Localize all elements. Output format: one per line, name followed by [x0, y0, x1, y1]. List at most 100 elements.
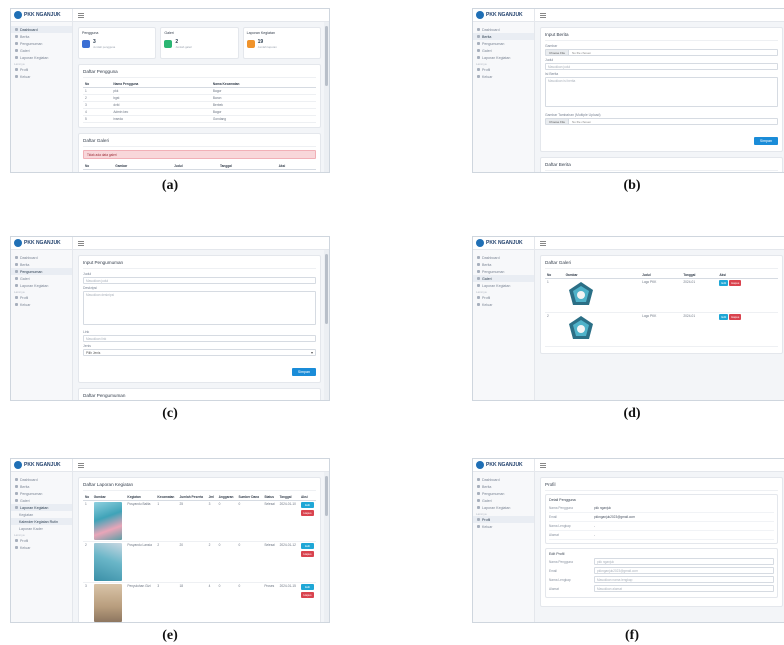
- sidebar-item-report[interactable]: Laporan Kegiatan: [473, 504, 534, 511]
- sidebar-item-announcement[interactable]: Pengumuman: [11, 490, 72, 497]
- brand[interactable]: PKK NGANJUK: [11, 237, 72, 250]
- hamburger-icon[interactable]: [78, 463, 84, 468]
- sidebar-item-report[interactable]: Laporan Kegiatan: [11, 54, 72, 61]
- sidebar-item-dashboard[interactable]: Dashboard: [11, 254, 72, 261]
- sidebar-item-gallery[interactable]: Galeri: [473, 47, 534, 54]
- row-kec: 1: [155, 500, 178, 542]
- image-file-input[interactable]: Choose File No file chosen: [545, 49, 778, 56]
- sidebar-item-dashboard[interactable]: Dashboard: [11, 476, 72, 483]
- profile-input[interactable]: pkk nganjuk: [594, 558, 774, 565]
- profile-input[interactable]: pkknganjuk2023@gmail.com: [594, 567, 774, 574]
- delete-button[interactable]: Hapus: [729, 280, 742, 286]
- table-cell: Bagor: [210, 108, 316, 116]
- choose-file-button[interactable]: Choose File: [546, 50, 570, 55]
- sidebar-item-logout[interactable]: Keluar: [473, 73, 534, 80]
- sidebar-item-report[interactable]: Laporan Kegiatan: [11, 504, 72, 511]
- link-input[interactable]: Masukkan link: [83, 335, 316, 342]
- extra-file-input[interactable]: Choose File No file chosen: [545, 118, 778, 125]
- panel-f-profile: PKK NGANJUK Dashboard Berita Pengumuman Gale…: [472, 458, 784, 623]
- sidebar-item-announcement[interactable]: Pengumuman: [473, 40, 534, 47]
- sidebar-item-user[interactable]: Profil: [473, 294, 534, 301]
- sidebar-item-report[interactable]: Laporan Kegiatan: [473, 282, 534, 289]
- hamburger-icon[interactable]: [540, 13, 546, 18]
- sidebar-subitem[interactable]: Kegiatan: [11, 511, 72, 518]
- sidebar-item-logout[interactable]: Keluar: [473, 301, 534, 308]
- edit-button[interactable]: Edit: [300, 502, 314, 508]
- sidebar-item-user[interactable]: Profil: [473, 516, 534, 523]
- delete-button[interactable]: Hapus: [729, 314, 742, 320]
- sidebar-item-news[interactable]: Berita: [473, 33, 534, 40]
- choose-file-button[interactable]: Choose File: [546, 119, 570, 124]
- content-textarea[interactable]: Masukkan isi berita: [545, 77, 778, 107]
- submit-button[interactable]: Simpan: [291, 368, 316, 376]
- sidebar-item-dashboard[interactable]: Dashboard: [473, 26, 534, 33]
- brand[interactable]: PKK NGANJUK: [11, 459, 72, 472]
- sidebar-item-announcement[interactable]: Pengumuman: [473, 490, 534, 497]
- sidebar-subitem[interactable]: Laporan Kader: [11, 525, 72, 532]
- stat-card: Galeri 2 Jumlah galeri: [160, 27, 239, 59]
- hamburger-icon[interactable]: [540, 241, 546, 246]
- sidebar-item-logout[interactable]: Keluar: [11, 301, 72, 308]
- scrollbar-thumb[interactable]: [325, 254, 328, 324]
- sidebar-item-dashboard[interactable]: Dashboard: [473, 476, 534, 483]
- hamburger-icon[interactable]: [540, 463, 546, 468]
- sidebar-item-news[interactable]: Berita: [473, 483, 534, 490]
- title-input[interactable]: Masukkan judul: [83, 277, 316, 284]
- edit-button[interactable]: Edit: [719, 280, 729, 286]
- edit-button[interactable]: Edit: [719, 314, 729, 320]
- type-select[interactable]: Pilih Jenis ▾: [83, 349, 316, 356]
- scrollbar-thumb[interactable]: [325, 26, 328, 86]
- sidebar-item-report[interactable]: Laporan Kegiatan: [11, 282, 72, 289]
- sidebar-item-gallery[interactable]: Galeri: [11, 47, 72, 54]
- sidebar-item-user[interactable]: Profil: [473, 66, 534, 73]
- hamburger-icon[interactable]: [78, 13, 84, 18]
- sidebar-item-news[interactable]: Berita: [11, 483, 72, 490]
- table-header: Aksi: [276, 163, 316, 170]
- sidebar-item-user[interactable]: Profil: [11, 537, 72, 544]
- sidebar-item-news[interactable]: Berita: [11, 261, 72, 268]
- sidebar-item-news[interactable]: Berita: [11, 33, 72, 40]
- brand[interactable]: PKK NGANJUK: [473, 459, 534, 472]
- edit-button[interactable]: Edit: [300, 584, 314, 590]
- sidebar-item-logout[interactable]: Keluar: [473, 523, 534, 530]
- sidebar-item-dashboard[interactable]: Dashboard: [11, 26, 72, 33]
- sidebar-item-gallery[interactable]: Galeri: [11, 275, 72, 282]
- sidebar-item-gallery[interactable]: Galeri: [473, 497, 534, 504]
- delete-button[interactable]: Hapus: [300, 592, 314, 598]
- brand[interactable]: PKK NGANJUK: [473, 237, 534, 250]
- scrollbar[interactable]: [324, 472, 329, 622]
- sidebar: PKK NGANJUK Dashboard Berita Pengumuman Gale…: [11, 459, 73, 622]
- brand[interactable]: PKK NGANJUK: [11, 9, 72, 22]
- scrollbar-thumb[interactable]: [325, 476, 328, 516]
- user-icon: [477, 68, 480, 71]
- delete-button[interactable]: Hapus: [300, 551, 314, 557]
- sidebar-item-dashboard[interactable]: Dashboard: [473, 254, 534, 261]
- sidebar-item-user[interactable]: Profil: [11, 66, 72, 73]
- delete-button[interactable]: Hapus: [300, 510, 314, 516]
- sidebar-item-gallery[interactable]: Galeri: [11, 497, 72, 504]
- sidebar-item-logout[interactable]: Keluar: [11, 544, 72, 551]
- figure-caption: (f): [625, 628, 639, 643]
- pkk-logo-icon: [476, 11, 484, 19]
- sidebar-menu: Dashboard Berita Pengumuman Galeri Laporan K…: [473, 22, 534, 80]
- scrollbar[interactable]: [324, 250, 329, 400]
- scrollbar[interactable]: [324, 22, 329, 172]
- edit-button[interactable]: Edit: [300, 543, 314, 549]
- sidebar-item-gallery[interactable]: Galeri: [473, 275, 534, 282]
- sidebar-item-report[interactable]: Laporan Kegiatan: [473, 54, 534, 61]
- hamburger-icon[interactable]: [78, 241, 84, 246]
- sidebar-item-news[interactable]: Berita: [473, 261, 534, 268]
- sidebar-item-logout[interactable]: Keluar: [11, 73, 72, 80]
- submit-button[interactable]: Simpan: [753, 137, 778, 145]
- description-textarea[interactable]: Masukkan deskripsi: [83, 291, 316, 325]
- profile-input[interactable]: Masukkan alamat: [594, 585, 774, 592]
- sidebar-item-announcement[interactable]: Pengumuman: [473, 268, 534, 275]
- activity-photo: [93, 543, 122, 581]
- sidebar-item-announcement[interactable]: Pengumuman: [11, 40, 72, 47]
- sidebar-item-announcement[interactable]: Pengumuman: [11, 268, 72, 275]
- brand[interactable]: PKK NGANJUK: [473, 9, 534, 22]
- title-input[interactable]: Masukkan judul: [545, 63, 778, 70]
- sidebar-item-user[interactable]: Profil: [11, 294, 72, 301]
- sidebar-subitem[interactable]: Kalender Kegiatan Rutin: [11, 518, 72, 525]
- profile-input[interactable]: Masukkan nama lengkap: [594, 576, 774, 583]
